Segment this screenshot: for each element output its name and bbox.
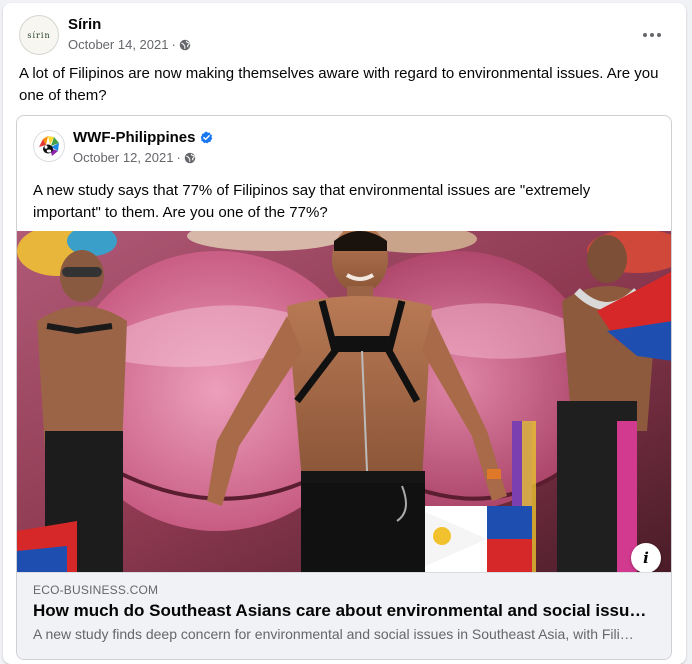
meta-separator: · (171, 37, 176, 52)
post-header: sírin Sírin October 14, 2021 · (19, 15, 670, 59)
shared-post-meta: October 12, 2021 · (73, 150, 196, 165)
page-name-text: WWF-Philippines (73, 129, 196, 146)
link-description: A new study finds deep concern for envir… (33, 626, 638, 642)
link-title[interactable]: How much do Southeast Asians care about … (33, 601, 653, 621)
verified-badge-icon (201, 131, 213, 144)
post-author-name[interactable]: Sírin (68, 16, 101, 33)
link-preview-image[interactable]: i (17, 231, 671, 572)
meta-separator: · (176, 150, 181, 165)
info-button[interactable]: i (631, 543, 661, 572)
info-icon: i (643, 549, 649, 567)
shared-page-name[interactable]: WWF-Philippines (73, 129, 213, 146)
more-dots-icon (643, 33, 661, 37)
link-preview-footer[interactable]: ECO-BUSINESS.COM How much do Southeast A… (17, 572, 671, 659)
post-meta: October 14, 2021 · (68, 37, 191, 52)
avatar-logo-text: sírin (27, 30, 51, 40)
author-avatar[interactable]: sírin (19, 15, 59, 55)
globe-icon[interactable] (184, 152, 196, 164)
page-avatar[interactable] (33, 130, 65, 162)
link-domain: ECO-BUSINESS.COM (33, 583, 159, 597)
post-date[interactable]: October 14, 2021 (68, 37, 168, 52)
feed-post: sírin Sírin October 14, 2021 · A lot of … (3, 3, 686, 664)
shared-post-date[interactable]: October 12, 2021 (73, 150, 173, 165)
globe-icon[interactable] (179, 39, 191, 51)
shared-post-text: A new study says that 77% of Filipinos s… (33, 182, 591, 221)
shared-post[interactable]: WWF-Philippines October 12, 2021 · A new… (16, 115, 672, 660)
more-options-button[interactable] (638, 21, 666, 49)
panda-logo-icon (36, 133, 62, 159)
post-body-text: A lot of Filipinos are now making themse… (19, 65, 659, 104)
shared-post-header: WWF-Philippines October 12, 2021 · (33, 128, 633, 168)
parade-photo (17, 231, 671, 572)
